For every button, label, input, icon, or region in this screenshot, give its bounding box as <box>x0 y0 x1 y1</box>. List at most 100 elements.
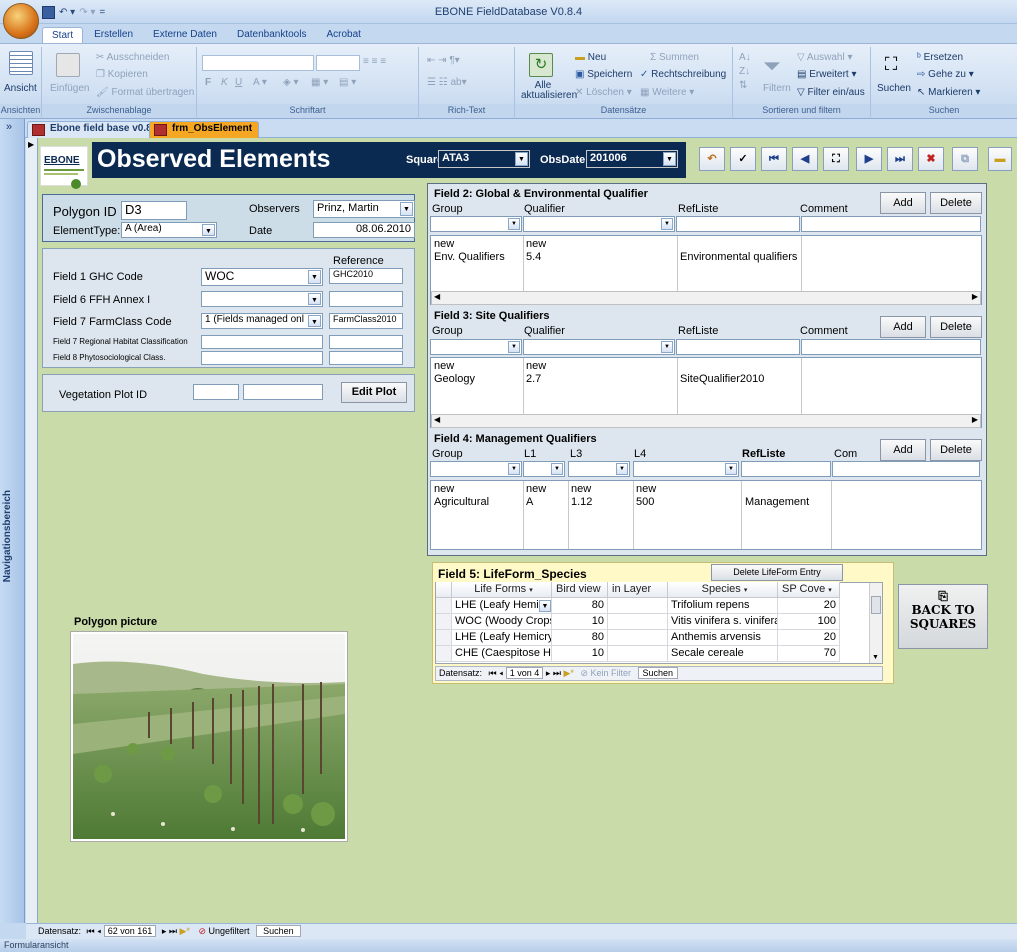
next-record-button[interactable]: ▶ <box>856 147 882 171</box>
spelling-button[interactable]: ✓ Rechtschreibung <box>640 69 726 80</box>
main-filter-status[interactable]: Ungefiltert <box>209 926 250 936</box>
date-field[interactable]: 08.06.2010 <box>313 222 415 238</box>
field2-refliste-field[interactable] <box>676 216 800 232</box>
grid-cell-life-form[interactable]: LHE (Leafy Hemic <box>452 598 552 614</box>
field3-list[interactable]: new new Geology 2.7 SiteQualifier2010 ◀ … <box>430 357 982 428</box>
field4-comment-field[interactable] <box>832 461 980 477</box>
observers-combo[interactable]: Prinz, Martin ▼ <box>313 200 415 218</box>
grid-cell-species[interactable]: Anthemis arvensis <box>668 630 778 646</box>
gridlines-icon[interactable]: ▦ ▾ <box>311 77 328 88</box>
square-combo[interactable]: ATA3 ▼ <box>438 150 530 168</box>
ribbon-tab-externe-daten[interactable]: Externe Daten <box>144 27 226 43</box>
grid-cell-life-form[interactable]: LHE (Leafy Hemicryp <box>452 630 552 646</box>
field4-list[interactable]: new new new new Agricultural A 1.12 500 … <box>430 480 982 550</box>
doc-tab-frm-obselement[interactable]: frm_ObsElement <box>149 121 260 138</box>
paste-icon[interactable] <box>56 53 80 77</box>
office-button[interactable] <box>3 3 39 39</box>
field7-reference[interactable]: FarmClass2010 <box>329 313 403 329</box>
field2-delete-button[interactable]: Delete <box>930 192 982 214</box>
scroll-right-icon[interactable]: ▶ <box>972 292 978 301</box>
record-selector[interactable]: ▶ <box>26 138 38 923</box>
row-selector[interactable] <box>436 646 452 662</box>
refresh-icon[interactable]: ↻ <box>529 53 553 77</box>
ribbon-tab-datenbanktools[interactable]: Datenbanktools <box>228 27 316 43</box>
font-name-box[interactable] <box>202 55 314 71</box>
grid-col-sp-cover[interactable]: SP Cove ▾ <box>778 582 840 598</box>
fill-color-icon[interactable]: ◈ ▾ <box>283 77 299 88</box>
chevron-down-icon[interactable]: ▼ <box>508 463 520 475</box>
field3-qualifier-combo[interactable]: ▼ <box>523 339 675 355</box>
refresh-all-button[interactable]: Alle aktualisieren <box>521 81 577 101</box>
element-type-combo[interactable]: A (Area) ▼ <box>121 222 217 238</box>
ribbon-tab-erstellen[interactable]: Erstellen <box>85 27 142 43</box>
grid-cell-life-form[interactable]: WOC (Woody Crops <box>452 614 552 630</box>
previous-record-icon[interactable]: ◂ <box>499 668 503 678</box>
field6-ffh-combo[interactable]: ▼ <box>201 291 323 307</box>
underline-icon[interactable]: U <box>235 77 242 88</box>
chevron-down-icon[interactable]: ▼ <box>551 463 563 475</box>
field6-reference[interactable] <box>329 291 403 307</box>
grid-cell-species[interactable]: Secale cereale <box>668 646 778 662</box>
last-record-button[interactable]: ⏭ <box>887 147 913 171</box>
paste-button[interactable]: Einfügen <box>50 83 89 94</box>
replace-button[interactable]: ᵇ Ersetzen <box>917 52 963 63</box>
grid-cell-in-layer[interactable] <box>608 614 668 630</box>
chevron-down-icon[interactable]: ▼ <box>539 600 551 612</box>
font-color-icon[interactable]: A ▾ <box>253 77 267 88</box>
grid-cell-in-layer[interactable] <box>608 598 668 614</box>
next-record-icon[interactable]: ▸ <box>546 668 551 678</box>
filter-icon[interactable]: ⏷ <box>763 55 787 79</box>
new-record-icon[interactable]: ▶* <box>563 668 573 678</box>
copy-button[interactable]: ❐ Kopieren <box>96 69 148 80</box>
field2-qualifier-combo[interactable]: ▼ <box>523 216 675 232</box>
view-button[interactable]: Ansicht <box>4 83 37 94</box>
polygon-id-field[interactable]: D3 <box>121 201 187 220</box>
list-icons[interactable]: ☰ ☷ ab▾ <box>427 77 467 88</box>
view-icon[interactable] <box>9 51 33 75</box>
align-icons[interactable]: ≡ ≡ ≡ <box>363 56 386 67</box>
vegplot-id-field[interactable] <box>193 384 239 400</box>
grid-cell-sp-cover[interactable]: 20 <box>778 630 840 646</box>
filter-button[interactable]: Filtern <box>763 83 791 94</box>
grid-cell-life-form[interactable]: CHE (Caespitose He <box>452 646 552 662</box>
grid-col-bird-view[interactable]: Bird view ▾ <box>552 582 608 609</box>
next-record-icon[interactable]: ▸ <box>162 926 167 936</box>
field7-regional-field[interactable] <box>201 335 323 349</box>
copy-record-button[interactable]: ⧉ <box>952 147 978 171</box>
back-to-squares-button[interactable]: ⎘ BACK TO SQUARES <box>898 584 988 649</box>
undo-button[interactable]: ↶ <box>699 147 725 171</box>
main-record-position[interactable]: 62 von 161 <box>103 925 157 937</box>
grid-cell-sp-cover[interactable]: 70 <box>778 646 840 662</box>
scroll-left-icon[interactable]: ◀ <box>434 415 440 424</box>
chevron-down-icon[interactable]: ▼ <box>400 202 413 216</box>
first-record-icon[interactable]: ⏮ <box>87 926 95 936</box>
sort-icons[interactable]: A↓ Z↓ ⇅ <box>739 51 751 93</box>
ribbon-tab-acrobat[interactable]: Acrobat <box>317 27 369 43</box>
cut-button[interactable]: ✂ Ausschneiden <box>96 52 169 63</box>
new-record-button[interactable]: ▬ Neu <box>575 52 606 63</box>
chevron-down-icon[interactable]: ▼ <box>308 293 321 305</box>
lifeform-filter-status[interactable]: Kein Filter <box>591 668 632 678</box>
field2-list[interactable]: new new Env. Qualifiers 5.4 Environmenta… <box>430 235 982 305</box>
save-record-check-button[interactable]: ✓ <box>730 147 756 171</box>
find-button[interactable]: Suchen <box>877 83 911 94</box>
chevron-down-icon[interactable]: ▼ <box>508 218 520 230</box>
field3-refliste-field[interactable] <box>676 339 800 355</box>
field8-reference[interactable] <box>329 351 403 365</box>
indent-icons[interactable]: ⇤ ⇥ ¶▾ <box>427 55 460 66</box>
field4-l3-combo[interactable]: ▼ <box>568 461 630 477</box>
grid-col-in-layer[interactable]: in Layer <box>608 582 668 598</box>
first-record-button[interactable]: ⏮ <box>761 147 787 171</box>
field4-add-button[interactable]: Add <box>880 439 926 461</box>
field2-comment-field[interactable] <box>801 216 981 232</box>
lifeform-vscroll[interactable]: ▼ <box>869 583 882 663</box>
grid-cell-bird-view[interactable]: 10 <box>552 646 608 662</box>
delete-lifeform-button[interactable]: Delete LifeForm Entry <box>711 564 843 581</box>
chevron-down-icon[interactable]: ▼ <box>661 218 673 230</box>
advanced-filter-button[interactable]: ▤ Erweitert ▾ <box>797 69 857 80</box>
find-record-button[interactable]: ⛶ <box>823 147 849 171</box>
previous-record-icon[interactable]: ◂ <box>97 926 101 936</box>
field3-delete-button[interactable]: Delete <box>930 316 982 338</box>
goto-button[interactable]: ⇨ Gehe zu ▾ <box>917 69 974 80</box>
lifeform-search-box[interactable]: Suchen <box>637 667 679 679</box>
